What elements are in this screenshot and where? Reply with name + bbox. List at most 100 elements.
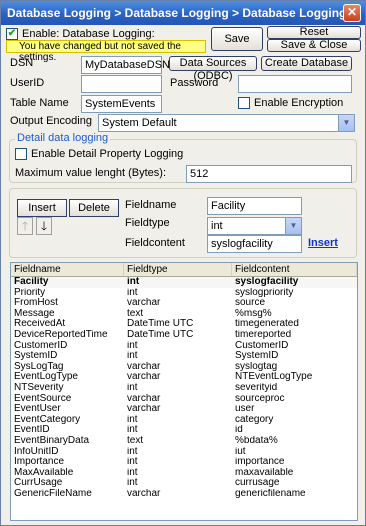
table-row[interactable]: CustomerID int CustomerID bbox=[11, 341, 357, 352]
save-close-button[interactable]: Save & Close bbox=[267, 39, 361, 52]
move-up-icon[interactable]: 🡑 bbox=[17, 217, 33, 235]
userid-label: UserID bbox=[10, 77, 45, 89]
data-sources-button[interactable]: Data Sources (ODBC) bbox=[169, 56, 257, 82]
fieldname-field[interactable]: Facility bbox=[207, 197, 302, 215]
delete-button[interactable]: Delete bbox=[69, 199, 119, 217]
table-cell: category bbox=[235, 414, 274, 425]
detail-logging-toggle[interactable]: Enable Detail Property Logging bbox=[15, 148, 183, 160]
table-cell: id bbox=[235, 425, 243, 436]
table-cell: DateTime UTC bbox=[127, 319, 194, 330]
fieldcontent-label: Fieldcontent bbox=[125, 237, 185, 249]
table-cell: SysLogTag bbox=[14, 361, 64, 372]
table-cell: syslogtag bbox=[235, 361, 278, 372]
table-row[interactable]: EventCategory int category bbox=[11, 415, 357, 426]
table-row[interactable]: DeviceReportedTime DateTime UTC timereport… bbox=[11, 330, 357, 341]
table-cell: int bbox=[127, 446, 138, 457]
table-row[interactable]: GenericFileName varchar genericfilename bbox=[11, 489, 357, 500]
create-database-button[interactable]: Create Database bbox=[261, 56, 352, 71]
table-row[interactable]: CurrUsage int currusage bbox=[11, 478, 357, 489]
table-row[interactable]: EventLogType varchar NTEventLogType bbox=[11, 372, 357, 383]
encryption-toggle[interactable]: Enable Encryption bbox=[238, 97, 343, 109]
table-row[interactable]: NTSeverity int severityid bbox=[11, 383, 357, 394]
fieldtype-label: Fieldtype bbox=[125, 217, 170, 229]
output-encoding-label: Output Encoding bbox=[10, 115, 92, 127]
table-cell: EventBinaryData bbox=[14, 435, 90, 446]
top-bar: ✔ Enable: Database Logging: You have cha… bbox=[1, 25, 365, 63]
table-row[interactable]: SysLogTag varchar syslogtag bbox=[11, 362, 357, 373]
table-name-label: Table Name bbox=[10, 97, 69, 109]
table-row[interactable]: Facility int syslogfacility bbox=[11, 277, 357, 288]
table-cell: varchar bbox=[127, 372, 161, 383]
table-cell: maxavailable bbox=[235, 467, 294, 478]
password-label: Password bbox=[170, 77, 219, 89]
table-cell: NTEventLogType bbox=[235, 372, 313, 383]
encryption-checkbox[interactable] bbox=[238, 97, 250, 109]
password-field[interactable] bbox=[238, 75, 352, 93]
enable-logging-checkbox[interactable]: ✔ bbox=[6, 27, 18, 40]
table-cell: importance bbox=[235, 457, 285, 468]
table-cell: int bbox=[127, 277, 140, 287]
table-cell: int bbox=[127, 425, 138, 436]
close-icon[interactable]: ✕ bbox=[343, 4, 361, 22]
table-row[interactable]: Importance int importance bbox=[11, 457, 357, 468]
detail-logging-checkbox[interactable] bbox=[15, 148, 27, 160]
max-length-field[interactable]: 512 bbox=[186, 165, 352, 183]
table-cell: DeviceReportedTime bbox=[14, 329, 108, 340]
column-header-fieldcontent[interactable]: Fieldcontent bbox=[232, 263, 357, 276]
table-cell: Importance bbox=[14, 457, 65, 468]
table-cell: text bbox=[127, 435, 144, 446]
table-cell: int bbox=[127, 287, 138, 298]
reset-button[interactable]: Reset bbox=[267, 26, 361, 39]
fieldcontent-field[interactable]: syslogfacility bbox=[207, 235, 302, 253]
table-cell: EventSource bbox=[14, 393, 72, 404]
save-button[interactable]: Save bbox=[211, 27, 263, 51]
column-header-fieldname[interactable]: Fieldname bbox=[11, 263, 124, 276]
table-cell: Priority bbox=[14, 287, 46, 298]
table-cell: SystemID bbox=[235, 351, 279, 362]
table-row[interactable]: Priority int syslogpriority bbox=[11, 288, 357, 299]
table-cell: currusage bbox=[235, 478, 280, 489]
table-cell: source bbox=[235, 298, 266, 309]
fieldtype-select[interactable]: int ▼ bbox=[207, 217, 302, 235]
table-cell: EventUser bbox=[14, 404, 61, 415]
table-cell: InfoUnitID bbox=[14, 446, 59, 457]
table-cell: EventLogType bbox=[14, 372, 78, 383]
dsn-field[interactable]: MyDatabaseDSN bbox=[81, 56, 170, 74]
table-cell: timereported bbox=[235, 329, 292, 340]
insert-button[interactable]: Insert bbox=[17, 199, 67, 217]
chevron-down-icon[interactable]: ▼ bbox=[285, 218, 301, 234]
table-cell: int bbox=[127, 457, 138, 468]
table-cell: %msg% bbox=[235, 308, 272, 319]
chevron-down-icon[interactable]: ▼ bbox=[338, 115, 354, 131]
table-row[interactable]: FromHost varchar source bbox=[11, 298, 357, 309]
output-encoding-select[interactable]: System Default ▼ bbox=[98, 114, 355, 132]
table-cell: user bbox=[235, 404, 255, 415]
table-row[interactable]: EventBinaryData text %bdata% bbox=[11, 436, 357, 447]
table-row[interactable]: ReceivedAt DateTime UTC timegenerated bbox=[11, 319, 357, 330]
move-down-icon[interactable]: 🡓 bbox=[36, 217, 52, 235]
table-cell: NTSeverity bbox=[14, 382, 64, 393]
table-cell: varchar bbox=[127, 361, 161, 372]
table-row[interactable]: Message text %msg% bbox=[11, 309, 357, 320]
table-name-field[interactable]: SystemEvents bbox=[81, 95, 162, 113]
fields-table[interactable]: Fieldname Fieldtype Fieldcontent Facilit… bbox=[10, 262, 358, 521]
table-cell: DateTime UTC bbox=[127, 329, 194, 340]
dsn-label: DSN bbox=[10, 57, 34, 69]
enable-logging-toggle[interactable]: ✔ Enable: Database Logging: bbox=[6, 27, 155, 40]
unsaved-warning: You have changed but not saved the setti… bbox=[6, 40, 206, 63]
fieldtype-value: int bbox=[211, 220, 223, 232]
title-bar: Database Logging > Database Logging > Da… bbox=[1, 1, 365, 25]
insert-link[interactable]: Insert bbox=[308, 237, 338, 249]
table-cell: iut bbox=[235, 446, 246, 457]
table-row[interactable]: MaxAvailable int maxavailable bbox=[11, 468, 357, 479]
table-row[interactable]: EventUser varchar user bbox=[11, 404, 357, 415]
table-row[interactable]: SystemID int SystemID bbox=[11, 351, 357, 362]
column-header-fieldtype[interactable]: Fieldtype bbox=[124, 263, 232, 276]
table-row[interactable]: EventSource varchar sourceproc bbox=[11, 394, 357, 405]
encryption-label: Enable Encryption bbox=[254, 97, 344, 109]
table-header: Fieldname Fieldtype Fieldcontent bbox=[11, 263, 357, 277]
userid-field[interactable] bbox=[81, 75, 162, 93]
fieldname-label: Fieldname bbox=[125, 199, 177, 211]
table-row[interactable]: EventID int id bbox=[11, 425, 357, 436]
table-row[interactable]: InfoUnitID int iut bbox=[11, 447, 357, 458]
